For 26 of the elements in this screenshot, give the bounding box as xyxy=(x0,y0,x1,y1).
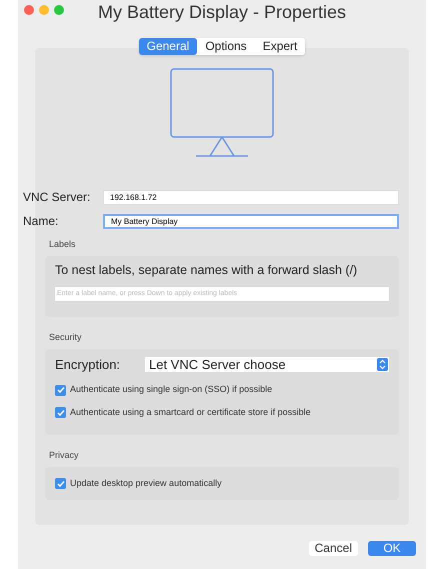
checkbox[interactable] xyxy=(55,384,66,396)
section-heading: Labels xyxy=(49,238,77,251)
checkbox-label: Update desktop preview automatically xyxy=(70,476,222,490)
checkbox-label: Authenticate using single sign-on (SSO) if possible xyxy=(70,383,272,396)
monitor-icon xyxy=(170,68,274,158)
tab[interactable]: Options xyxy=(197,38,255,55)
encryption-dropdown[interactable]: Let VNC Server choose xyxy=(145,357,389,372)
encryption-label: Encryption: xyxy=(55,356,122,374)
close-button[interactable] xyxy=(24,5,34,15)
section-heading: Privacy xyxy=(49,449,80,462)
section-heading: Security xyxy=(49,331,83,344)
window-title: My Battery Display - Properties xyxy=(98,0,346,24)
stepper-icon xyxy=(377,358,388,371)
dialog-button[interactable]: Cancel xyxy=(308,541,358,556)
text-field[interactable]: My Battery Display xyxy=(103,214,399,228)
dialog-button[interactable]: OK xyxy=(368,541,416,556)
tab[interactable]: General xyxy=(138,38,198,55)
checkbox[interactable] xyxy=(55,407,66,418)
zoom-button[interactable] xyxy=(54,5,64,15)
field-label: Name: xyxy=(23,213,60,230)
checkbox[interactable] xyxy=(55,478,66,489)
labels-hint: To nest labels, separate names with a forward slash (/) xyxy=(55,262,358,279)
tab[interactable]: Expert xyxy=(254,38,306,55)
text-field[interactable]: 192.168.1.72 xyxy=(103,190,399,204)
checkbox-label: Authenticate using a smartcard or certificate store if possible xyxy=(70,406,311,419)
field-label: VNC Server: xyxy=(23,189,92,206)
